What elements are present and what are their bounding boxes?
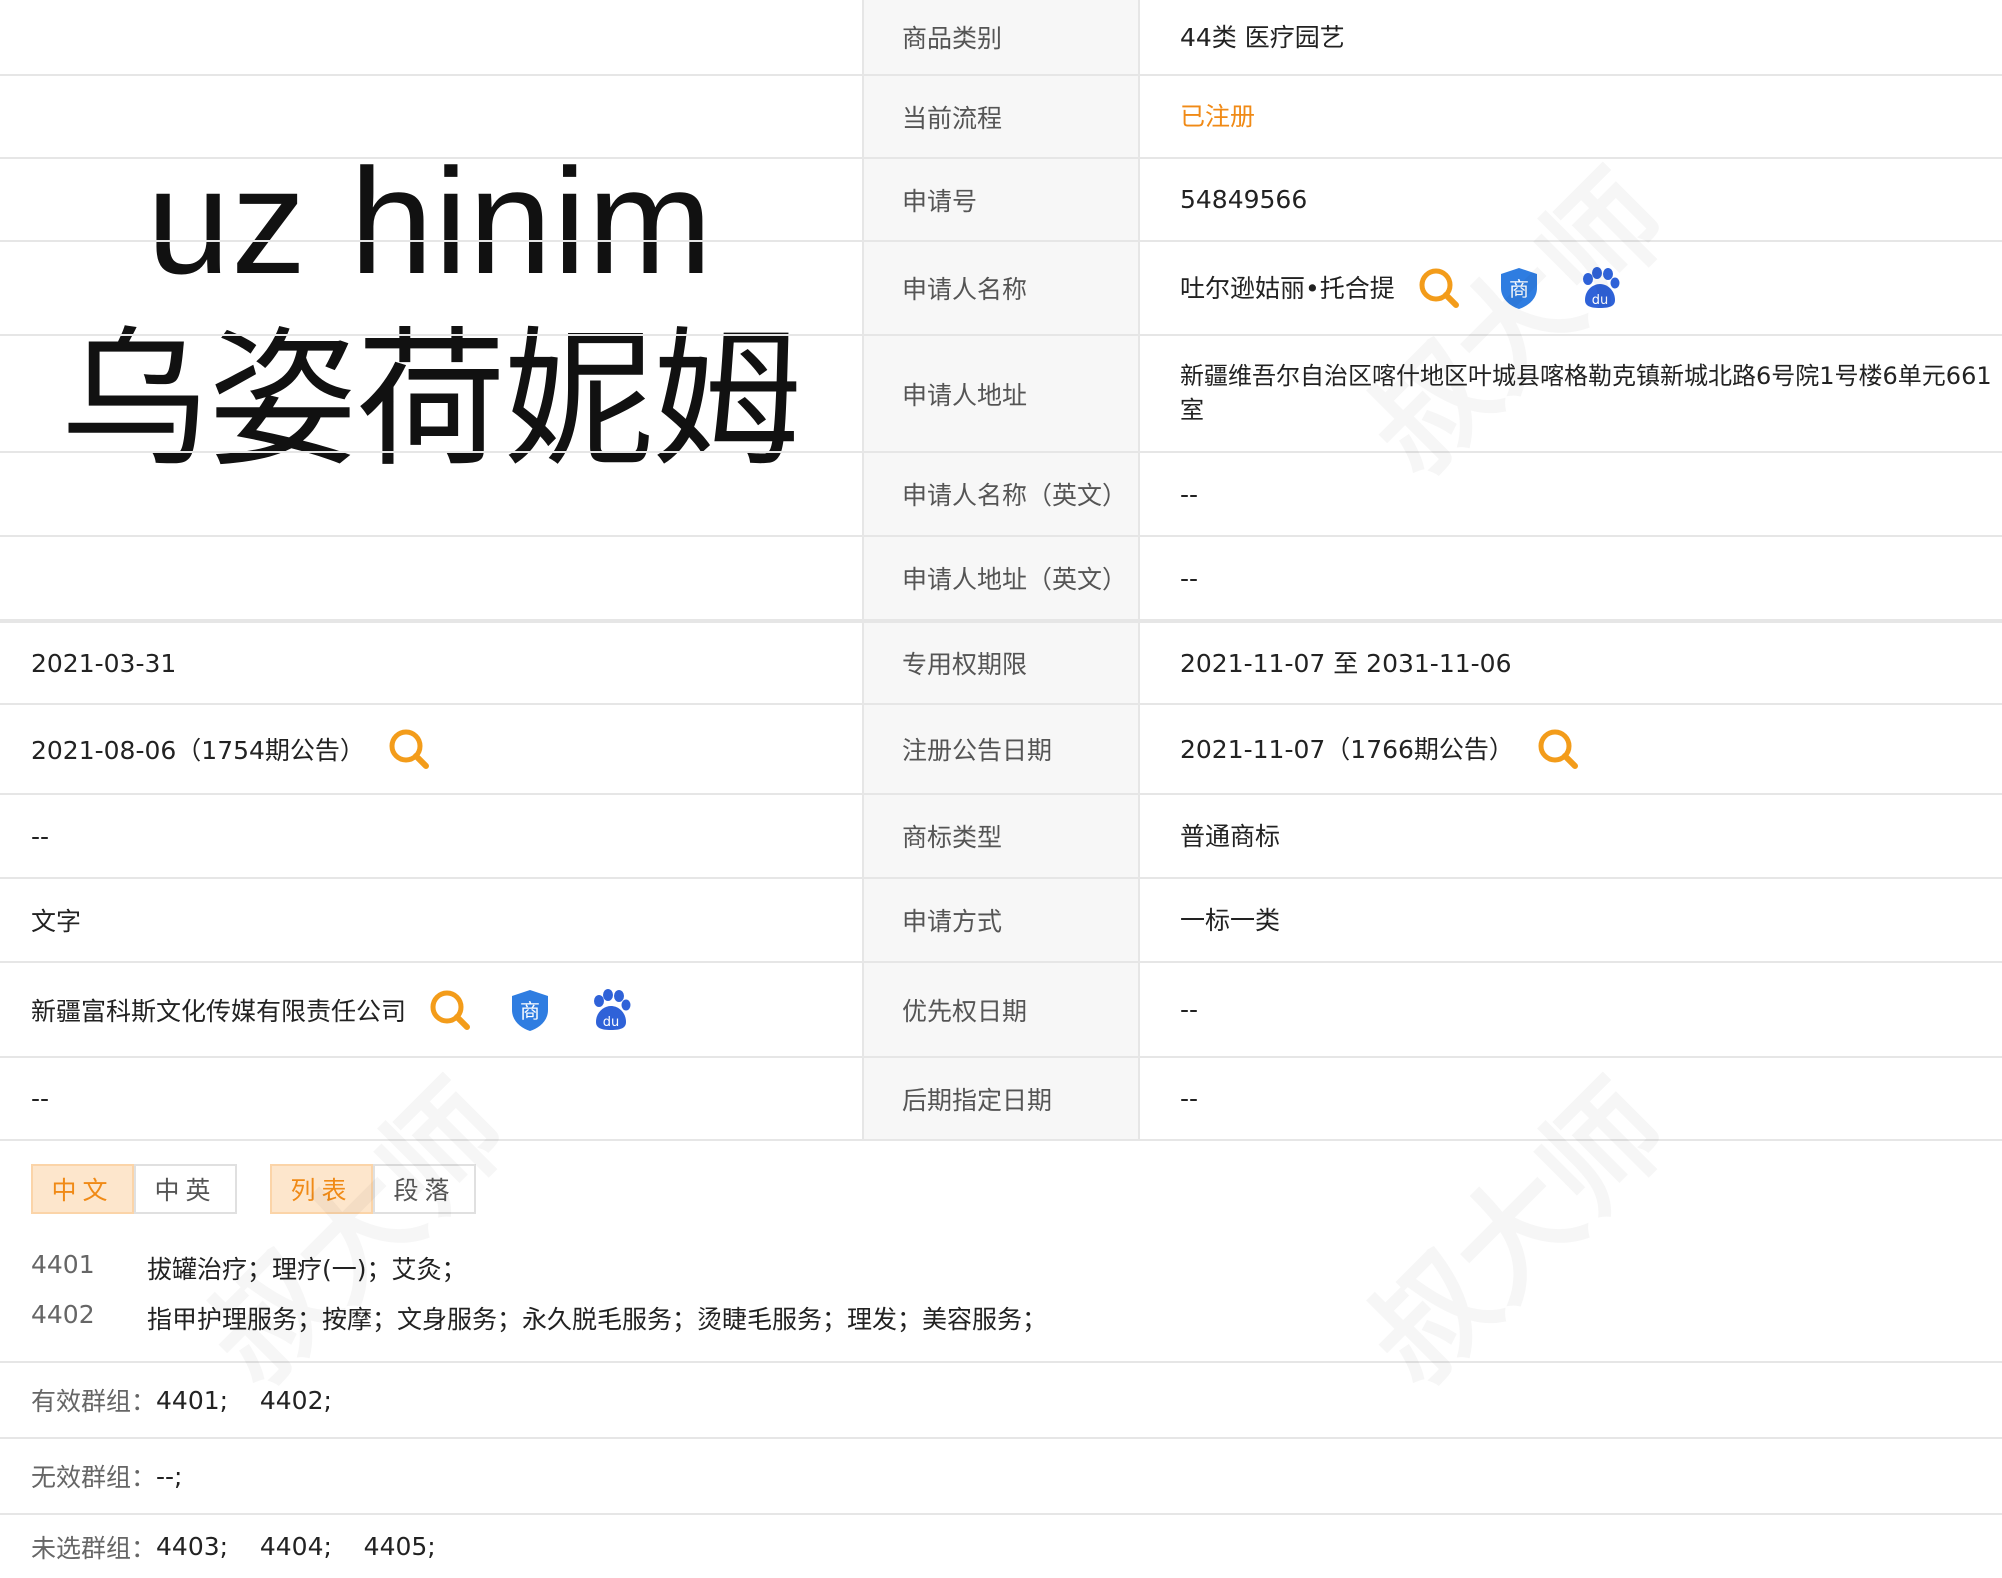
row-value: 吐尔逊姑丽•托合提 商 du <box>1142 242 2002 334</box>
info-row-application-method: 文字 申请方式 一标一类 <box>0 879 2002 963</box>
row-label: 申请人名称（英文） <box>862 453 1140 535</box>
service-text: 指甲护理服务；按摩；文身服务；永久脱毛服务；烫睫毛服务；理发；美容服务； <box>147 1305 1048 1334</box>
service-text: 拔罐治疗；理疗(一)；艾灸； <box>147 1255 467 1284</box>
agency: 新疆富科斯文化传媒有限责任公司 商 du <box>0 963 860 1056</box>
row-value: 新疆维吾尔自治区喀什地区叶城县喀格勒克镇新城北路6号院1号楼6单元661室 <box>1180 361 1992 424</box>
search-icon[interactable] <box>1536 727 1580 771</box>
svg-text:商: 商 <box>1509 277 1529 301</box>
baidu-paw-icon[interactable]: du <box>588 988 632 1032</box>
row-value: 54849566 <box>1180 185 1308 214</box>
row-label: 当前流程 <box>862 76 1140 157</box>
search-icon[interactable] <box>387 727 431 771</box>
applicant-name[interactable]: 吐尔逊姑丽•托合提 <box>1180 271 1395 306</box>
group-row-unselected: 未选群组： 4403; 4404; 4405; <box>0 1513 2002 1578</box>
reg-announcement-text: 2021-11-07（1766期公告） <box>1180 734 1514 764</box>
service-item: 4401 拔罐治疗；理疗(一)；艾灸； <box>31 1250 467 1286</box>
left-value: 文字 <box>31 907 82 936</box>
view-tabs: 中文 中英 列表 段落 <box>31 1164 476 1214</box>
layout-tabs: 列表 段落 <box>270 1164 476 1214</box>
group-row-invalid: 无效群组： --; <box>0 1437 2002 1513</box>
group-value: 4401; 4402; <box>156 1385 332 1415</box>
row-label: 申请人名称 <box>862 242 1140 334</box>
search-icon[interactable] <box>428 988 472 1032</box>
left-value: -- <box>31 821 50 851</box>
baidu-paw-icon[interactable]: du <box>1577 266 1621 310</box>
service-code: 4402 <box>31 1300 95 1329</box>
row-value: -- <box>1180 1084 1199 1113</box>
prelim-announcement-text: 2021-08-06（1754期公告） <box>31 736 365 765</box>
row-label: 申请号 <box>862 159 1140 240</box>
row-label: 申请方式 <box>862 879 1140 961</box>
row-label: 注册公告日期 <box>862 705 1140 793</box>
row-value: 44类 医疗园艺 <box>1180 22 1345 52</box>
info-row-later-designation: -- 后期指定日期 -- <box>0 1058 2002 1141</box>
info-row-trademark-type: -- 商标类型 普通商标 <box>0 795 2002 879</box>
row-value: 2021-11-07 至 2031-11-06 <box>1180 648 1512 678</box>
svg-text:商: 商 <box>520 999 540 1023</box>
search-icon[interactable] <box>1417 266 1461 310</box>
trademark-shield-icon[interactable]: 商 <box>508 988 552 1032</box>
group-row-valid: 有效群组： 4401; 4402; <box>0 1361 2002 1437</box>
info-row-applicant: 申请人名称 吐尔逊姑丽•托合提 商 du <box>0 242 2002 336</box>
service-code: 4401 <box>31 1250 95 1279</box>
row-label: 申请人地址 <box>862 336 1140 451</box>
info-row-category: 商品类别 44类 医疗园艺 <box>0 0 2002 76</box>
tab-chinese-english[interactable]: 中英 <box>134 1164 237 1214</box>
info-row-reg-announcement: 2021-08-06（1754期公告） 注册公告日期 2021-11-07（17… <box>0 705 2002 795</box>
agency-name[interactable]: 新疆富科斯文化传媒有限责任公司 <box>31 992 406 1028</box>
info-row-status: 当前流程 已注册 <box>0 76 2002 159</box>
language-tabs: 中文 中英 <box>31 1164 237 1214</box>
group-value: 4403; 4404; 4405; <box>156 1532 436 1561</box>
group-label: 无效群组： <box>31 1463 157 1492</box>
status-value: 已注册 <box>1180 102 1256 131</box>
row-label: 专用权期限 <box>862 623 1140 703</box>
info-row-applicant-address-en: 申请人地址（英文） -- <box>0 537 2002 621</box>
trademark-shield-icon[interactable]: 商 <box>1497 266 1541 310</box>
info-row-priority-date: 新疆富科斯文化传媒有限责任公司 商 du 优先权日期 -- <box>0 963 2002 1058</box>
info-row-app-number: 申请号 54849566 <box>0 159 2002 242</box>
row-value: 一标一类 <box>1180 905 1281 935</box>
tab-paragraph[interactable]: 段落 <box>373 1164 476 1214</box>
group-label: 有效群组： <box>31 1387 157 1416</box>
info-row-applicant-address: 申请人地址 新疆维吾尔自治区喀什地区叶城县喀格勒克镇新城北路6号院1号楼6单元6… <box>0 336 2002 453</box>
application-date: 2021-03-31 <box>31 648 177 678</box>
info-row-exclusive-period: 2021-03-31 专用权期限 2021-11-07 至 2031-11-06 <box>0 621 2002 705</box>
svg-text:du: du <box>1592 293 1609 308</box>
row-label: 商品类别 <box>862 0 1140 74</box>
info-row-applicant-name-en: 申请人名称（英文） -- <box>0 453 2002 537</box>
service-item: 4402 指甲护理服务；按摩；文身服务；永久脱毛服务；烫睫毛服务；理发；美容服务… <box>31 1300 1047 1336</box>
left-value: -- <box>31 1084 50 1113</box>
row-label: 申请人地址（英文） <box>862 537 1140 619</box>
row-label: 优先权日期 <box>862 963 1140 1056</box>
row-value: -- <box>1180 563 1199 593</box>
row-value: 2021-11-07（1766期公告） <box>1142 705 2002 793</box>
row-value: -- <box>1180 995 1199 1024</box>
group-value: --; <box>156 1461 183 1491</box>
tab-list[interactable]: 列表 <box>270 1164 373 1214</box>
prelim-announcement: 2021-08-06（1754期公告） <box>0 705 860 793</box>
svg-text:du: du <box>603 1015 620 1030</box>
row-value: -- <box>1180 479 1199 509</box>
group-label: 未选群组： <box>31 1533 157 1563</box>
row-value: 普通商标 <box>1180 821 1281 851</box>
row-label: 商标类型 <box>862 795 1140 877</box>
row-label: 后期指定日期 <box>862 1058 1140 1139</box>
tab-chinese[interactable]: 中文 <box>31 1164 134 1214</box>
